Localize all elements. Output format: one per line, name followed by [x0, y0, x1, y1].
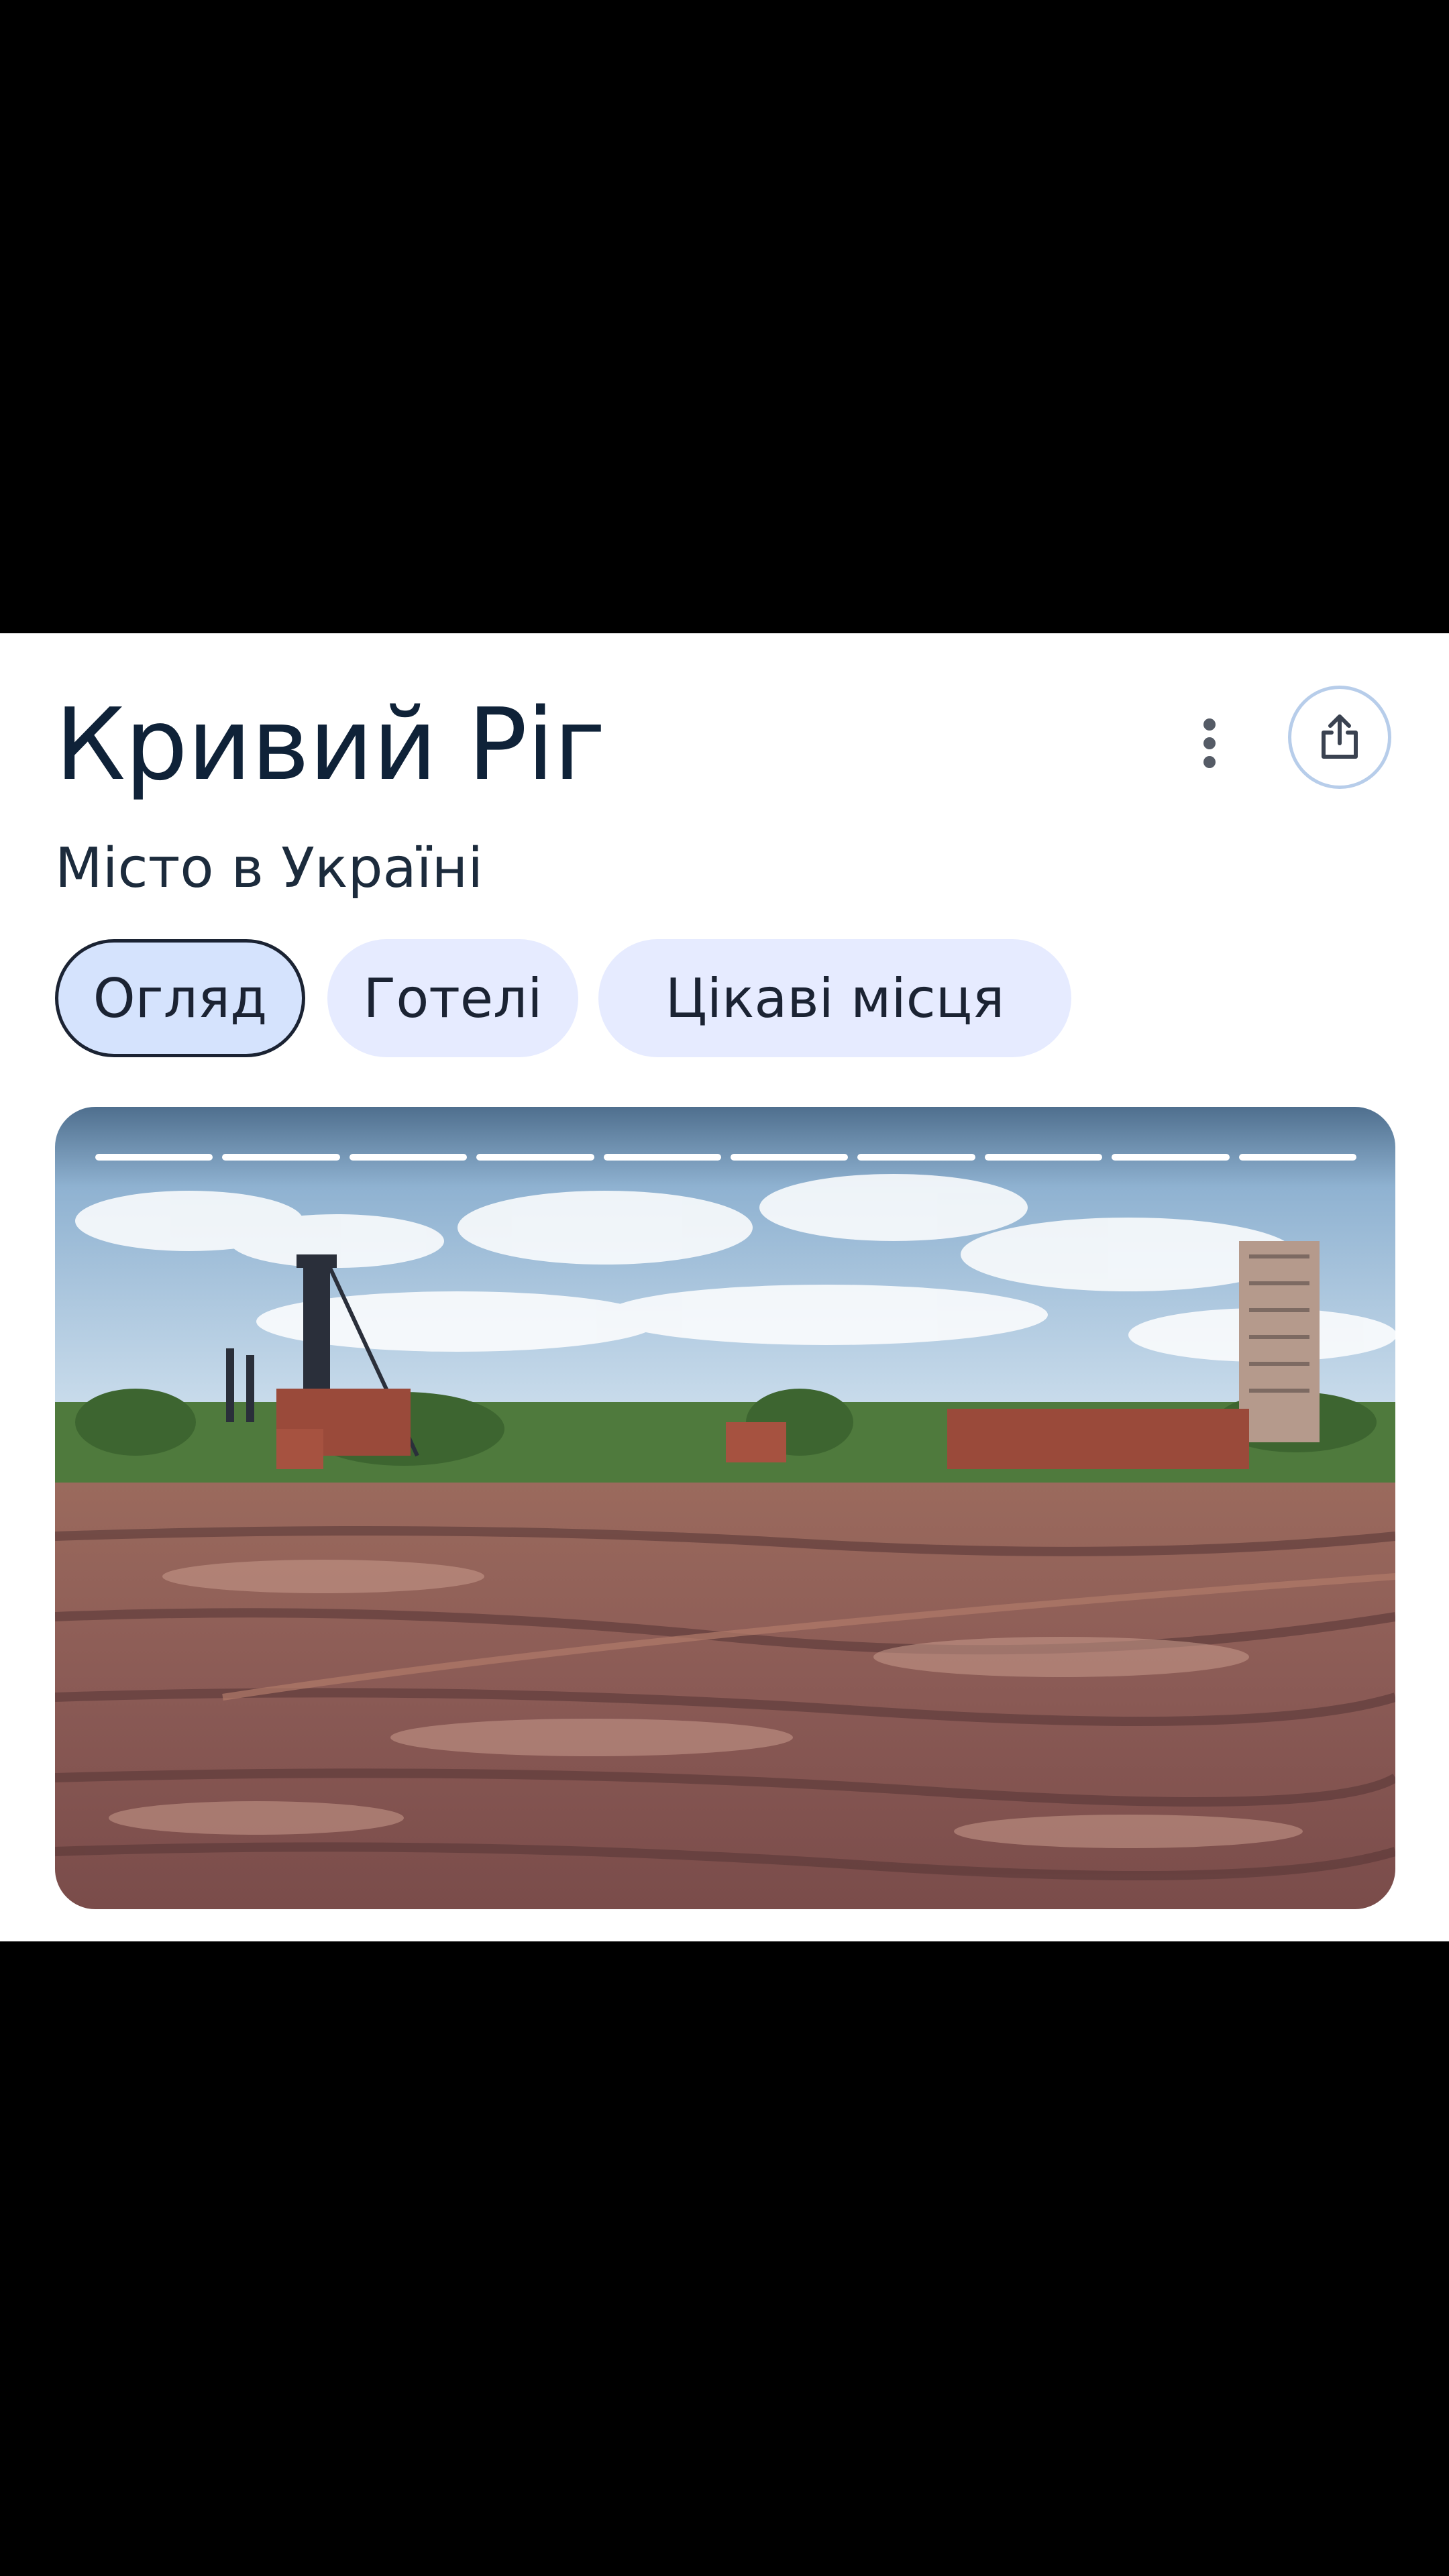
slide-indicator: [95, 1154, 213, 1161]
slide-indicator: [984, 1154, 1103, 1161]
slide-indicator: [476, 1154, 594, 1161]
slide-indicator: [857, 1154, 975, 1161]
slide-indicator: [1238, 1154, 1357, 1161]
share-button[interactable]: [1288, 686, 1391, 789]
more-vert-icon: [1203, 718, 1216, 768]
slide-indicator: [603, 1154, 722, 1161]
tab-places-of-interest[interactable]: Цікаві місця: [598, 939, 1071, 1057]
slide-indicator: [731, 1154, 849, 1161]
city-photo[interactable]: [55, 1107, 1395, 1909]
slide-progress-indicator: [95, 1154, 1357, 1161]
share-icon: [1322, 714, 1358, 759]
tab-hotels[interactable]: Готелі: [327, 939, 578, 1057]
tab-overview[interactable]: Огляд: [55, 939, 305, 1057]
city-photo-image: [55, 1107, 1395, 1909]
page-title: Кривий Ріг: [55, 687, 606, 802]
slide-indicator: [222, 1154, 340, 1161]
slide-indicator: [1112, 1154, 1230, 1161]
slide-indicator: [349, 1154, 468, 1161]
page-subtitle: Місто в Україні: [55, 837, 483, 900]
screen: Кривий Ріг Місто в Україні Огляд Готелі …: [0, 0, 1449, 2576]
more-options-button[interactable]: [1177, 711, 1242, 775]
